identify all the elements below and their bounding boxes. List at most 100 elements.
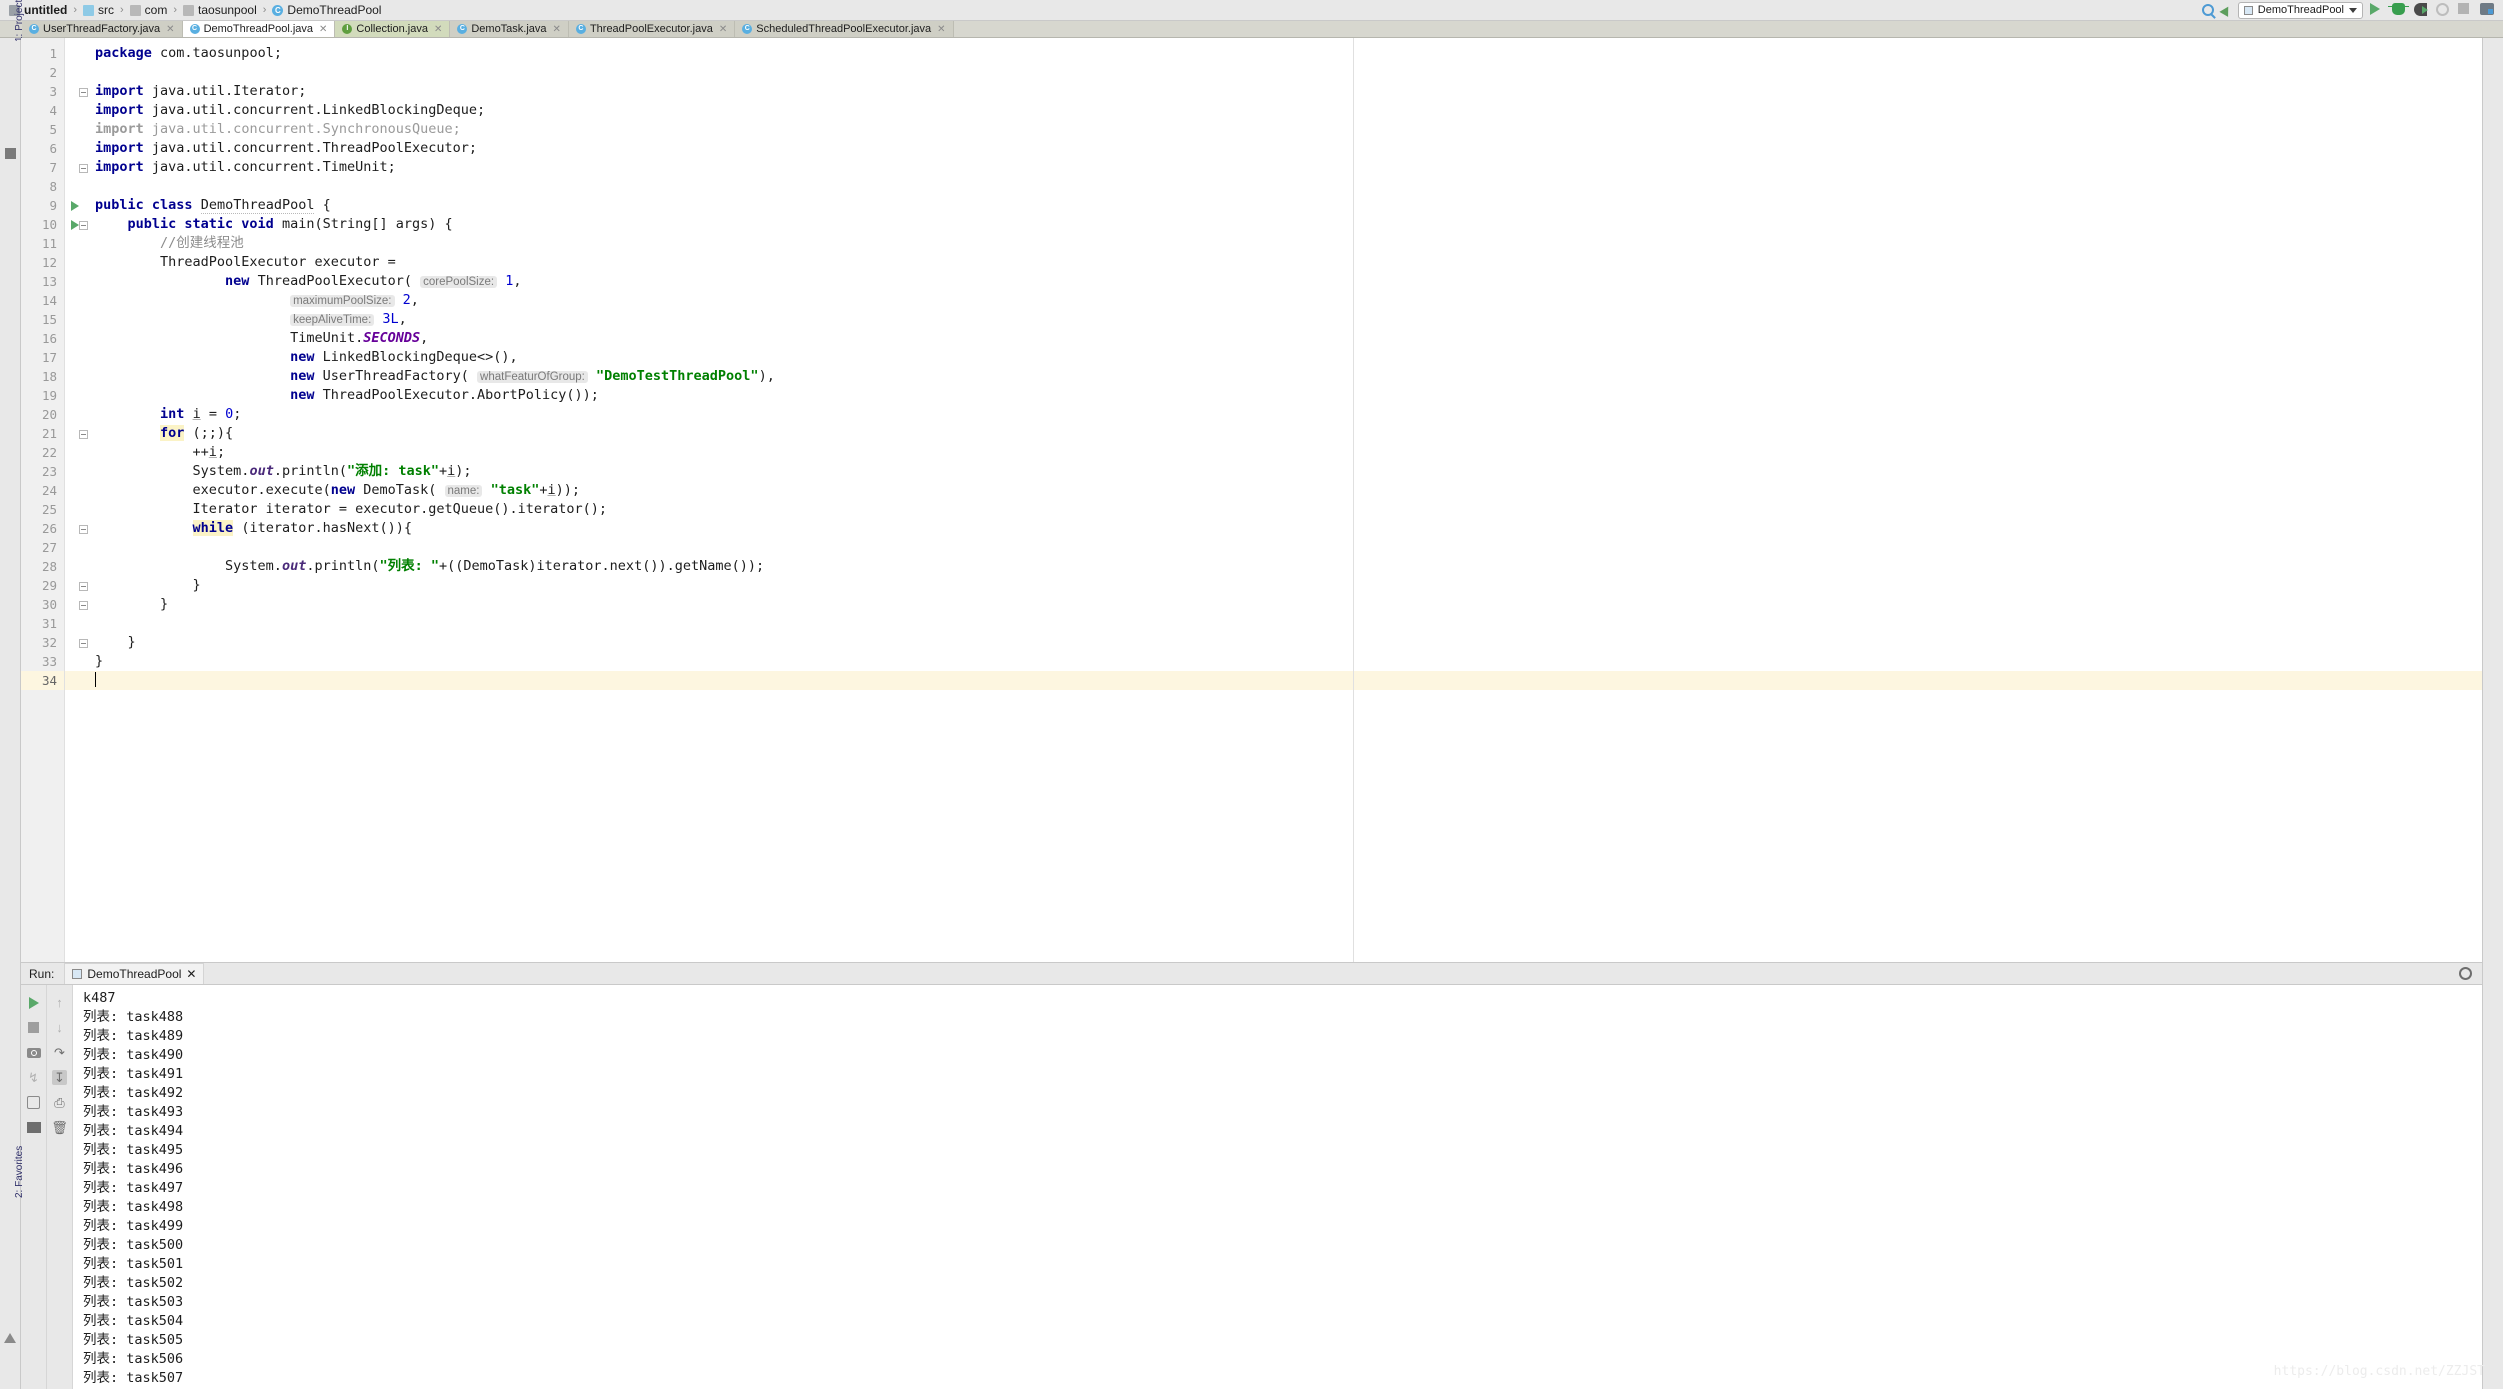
breadcrumb-item-taosunpool[interactable]: taosunpool <box>180 3 260 17</box>
editor-tab-demotask[interactable]: C DemoTask.java ✕ <box>450 21 569 37</box>
gutter-marker-row[interactable] <box>65 671 91 690</box>
search-icon[interactable] <box>2201 4 2214 16</box>
editor-tab-userthreadfactory[interactable]: C UserThreadFactory.java ✕ <box>22 21 183 37</box>
tab-close-icon[interactable]: ✕ <box>166 24 174 35</box>
code-line[interactable] <box>91 538 2482 557</box>
gutter-marker-row[interactable] <box>65 177 91 196</box>
code-line[interactable]: } <box>91 595 2482 614</box>
code-line[interactable]: while (iterator.hasNext()){ <box>91 519 2482 538</box>
gutter-marker-row[interactable] <box>65 500 91 519</box>
gutter-marker-row[interactable] <box>65 215 91 234</box>
stop-button[interactable] <box>2458 2 2473 18</box>
breadcrumb-item-com[interactable]: com <box>127 3 171 17</box>
editor-tab-demothreadpool[interactable]: C DemoThreadPool.java ✕ <box>182 21 336 37</box>
fold-toggle-icon[interactable] <box>79 430 88 439</box>
code-line[interactable]: import java.util.concurrent.ThreadPoolEx… <box>91 139 2482 158</box>
fold-toggle-icon[interactable] <box>79 525 88 534</box>
chevron-down-icon[interactable] <box>2349 7 2357 13</box>
thread-dump-icon[interactable]: ↯ <box>26 1070 41 1085</box>
layout-button[interactable] <box>2480 2 2495 18</box>
gutter-marker-row[interactable] <box>65 481 91 500</box>
code-line[interactable]: keepAliveTime: 3L, <box>91 310 2482 329</box>
tab-close-icon[interactable]: ✕ <box>937 24 945 35</box>
gutter-marker-row[interactable] <box>65 310 91 329</box>
code-line[interactable]: System.out.println("列表: "+((DemoTask)ite… <box>91 557 2482 576</box>
gutter-marker-row[interactable] <box>65 253 91 272</box>
gutter-marker-row[interactable] <box>65 139 91 158</box>
gutter-marker-row[interactable] <box>65 101 91 120</box>
gutter-marker-row[interactable] <box>65 519 91 538</box>
gutter-marker-row[interactable] <box>65 120 91 139</box>
gutter-marker-row[interactable] <box>65 367 91 386</box>
code-line[interactable]: int i = 0; <box>91 405 2482 424</box>
code-line[interactable]: //创建线程池 <box>91 234 2482 253</box>
gutter-marker-row[interactable] <box>65 196 91 215</box>
gutter-marker-row[interactable] <box>65 633 91 652</box>
fold-toggle-icon[interactable] <box>79 582 88 591</box>
trash-icon[interactable]: 🗑 <box>51 1120 68 1135</box>
gutter-marker-row[interactable] <box>65 595 91 614</box>
debug-button[interactable] <box>2388 2 2409 18</box>
run-gutter-icon[interactable] <box>71 201 79 211</box>
gutter-marker-row[interactable] <box>65 652 91 671</box>
coverage-button[interactable] <box>2414 2 2429 18</box>
tab-close-icon[interactable]: ✕ <box>719 24 727 35</box>
code-line[interactable]: package com.taosunpool; <box>91 44 2482 63</box>
editor-tab-scheduledthreadpoolexecutor[interactable]: C ScheduledThreadPoolExecutor.java ✕ <box>735 21 954 37</box>
code-line[interactable]: public class DemoThreadPool { <box>91 196 2482 215</box>
camera-icon[interactable] <box>26 1045 41 1060</box>
breadcrumb-item-src[interactable]: src <box>80 3 117 17</box>
gutter-marker-row[interactable] <box>65 614 91 633</box>
gutter-marker-row[interactable] <box>65 557 91 576</box>
code-line[interactable] <box>91 63 2482 82</box>
tab-close-icon[interactable]: ✕ <box>319 24 327 35</box>
code-line[interactable]: executor.execute(new DemoTask( name: "ta… <box>91 481 2482 500</box>
export-icon[interactable] <box>26 1095 41 1110</box>
fold-toggle-icon[interactable] <box>79 639 88 648</box>
tab-close-icon[interactable]: ✕ <box>553 24 561 35</box>
close-icon[interactable]: ✕ <box>186 967 196 981</box>
code-line[interactable]: new ThreadPoolExecutor( corePoolSize: 1, <box>91 272 2482 291</box>
code-line[interactable]: System.out.println("添加: task"+i); <box>91 462 2482 481</box>
gutter-marker-row[interactable] <box>65 63 91 82</box>
gutter-markers[interactable] <box>65 38 91 962</box>
editor-tab-collection[interactable]: I Collection.java ✕ <box>335 21 451 37</box>
code-line[interactable]: for (;;){ <box>91 424 2482 443</box>
code-line[interactable]: import java.util.concurrent.LinkedBlocki… <box>91 101 2482 120</box>
scroll-up-icon[interactable]: ↑ <box>52 995 67 1010</box>
tool-window-project[interactable]: 1: Project <box>14 0 25 42</box>
gutter-marker-row[interactable] <box>65 576 91 595</box>
run-tab-demothreadpool[interactable]: DemoThreadPool ✕ <box>64 963 205 984</box>
gutter-marker-row[interactable] <box>65 234 91 253</box>
code-line[interactable]: import java.util.concurrent.SynchronousQ… <box>91 120 2482 139</box>
gutter-marker-row[interactable] <box>65 329 91 348</box>
editor-tab-threadpoolexecutor[interactable]: C ThreadPoolExecutor.java ✕ <box>568 21 736 37</box>
code-line[interactable]: ThreadPoolExecutor executor = <box>91 253 2482 272</box>
layout-icon[interactable] <box>26 1120 41 1135</box>
gutter-marker-row[interactable] <box>65 424 91 443</box>
code-line[interactable]: new UserThreadFactory( whatFeaturOfGroup… <box>91 367 2482 386</box>
scroll-down-icon[interactable]: ↓ <box>52 1020 67 1035</box>
tab-close-icon[interactable]: ✕ <box>434 24 442 35</box>
gutter-marker-row[interactable] <box>65 348 91 367</box>
gutter-marker-row[interactable] <box>65 538 91 557</box>
fold-toggle-icon[interactable] <box>79 601 88 610</box>
update-project-icon[interactable] <box>2219 3 2233 17</box>
code-content[interactable]: package com.taosunpool; import java.util… <box>91 38 2482 962</box>
run-gutter-icon[interactable] <box>71 220 79 230</box>
code-line[interactable]: new ThreadPoolExecutor.AbortPolicy()); <box>91 386 2482 405</box>
gutter-marker-row[interactable] <box>65 386 91 405</box>
run-configuration-selector[interactable]: DemoThreadPool <box>2237 1 2363 19</box>
code-line[interactable] <box>91 177 2482 196</box>
gutter-marker-row[interactable] <box>65 158 91 177</box>
scroll-to-end-icon[interactable]: ↧ <box>52 1070 67 1085</box>
profile-button[interactable] <box>2436 2 2451 18</box>
code-line[interactable] <box>91 671 2482 690</box>
gutter-marker-row[interactable] <box>65 44 91 63</box>
console-output[interactable]: https://blog.csdn.net/ZZJST k487 列表: task… <box>73 985 2485 1389</box>
code-line[interactable]: } <box>91 576 2482 595</box>
gutter-marker-row[interactable] <box>65 272 91 291</box>
fold-toggle-icon[interactable] <box>79 164 88 173</box>
fold-toggle-icon[interactable] <box>79 88 88 97</box>
stop-icon[interactable] <box>26 1020 41 1035</box>
